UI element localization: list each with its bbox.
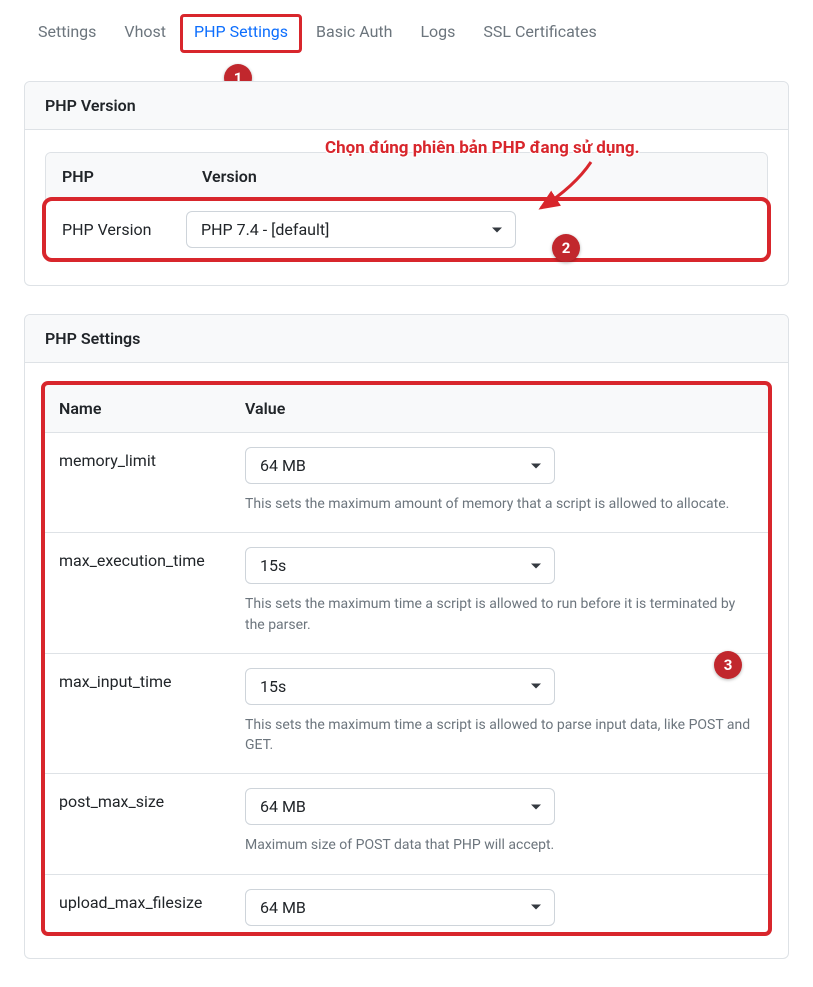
table-row: max_input_time 15s This sets the maximum…: [45, 654, 768, 775]
upload-max-filesize-select[interactable]: 64 MB: [245, 889, 555, 926]
col-header-php: PHP: [46, 153, 186, 200]
col-header-version: Version: [186, 153, 767, 200]
php-version-label: PHP Version: [52, 220, 186, 239]
tabs-bar: Settings Vhost PHP Settings Basic Auth L…: [0, 0, 813, 53]
setting-name-upload-max-filesize: upload_max_filesize: [45, 889, 231, 926]
max-input-time-select[interactable]: 15s: [245, 668, 555, 705]
memory-limit-select[interactable]: 64 MB: [245, 447, 555, 484]
tab-vhost[interactable]: Vhost: [110, 14, 180, 53]
tab-settings[interactable]: Settings: [24, 14, 110, 53]
tab-php-settings[interactable]: PHP Settings: [180, 14, 302, 53]
php-version-panel-title: PHP Version: [25, 82, 788, 130]
php-version-panel: PHP Version Chọn đúng phiên bản PHP đang…: [24, 81, 789, 286]
php-settings-panel: PHP Settings Name Value memory_limit 64 …: [24, 314, 789, 959]
col-header-name: Name: [45, 385, 231, 432]
setting-name-max-input-time: max_input_time: [45, 668, 231, 756]
php-version-row: PHP Version PHP 7.4 - [default]: [46, 201, 767, 258]
post-max-size-help: Maximum size of POST data that PHP will …: [245, 835, 754, 855]
table-row: upload_max_filesize 64 MB: [45, 875, 768, 928]
max-execution-time-help: This sets the maximum time a script is a…: [245, 594, 754, 635]
col-header-value: Value: [231, 385, 768, 432]
php-settings-table: Name Value memory_limit 64 MB This sets …: [45, 385, 768, 932]
setting-name-memory-limit: memory_limit: [45, 447, 231, 514]
tab-basic-auth[interactable]: Basic Auth: [302, 14, 406, 53]
setting-name-post-max-size: post_max_size: [45, 788, 231, 855]
php-settings-panel-title: PHP Settings: [25, 315, 788, 363]
tab-logs[interactable]: Logs: [406, 14, 469, 53]
memory-limit-help: This sets the maximum amount of memory t…: [245, 494, 754, 514]
post-max-size-select[interactable]: 64 MB: [245, 788, 555, 825]
table-row: max_execution_time 15s This sets the max…: [45, 533, 768, 654]
php-version-table: PHP Version PHP Version PHP 7.4 - [defau…: [45, 152, 768, 259]
setting-name-max-execution-time: max_execution_time: [45, 547, 231, 635]
table-row: post_max_size 64 MB Maximum size of POST…: [45, 774, 768, 874]
max-execution-time-select[interactable]: 15s: [245, 547, 555, 584]
max-input-time-help: This sets the maximum time a script is a…: [245, 715, 754, 756]
php-version-select[interactable]: PHP 7.4 - [default]: [186, 211, 516, 248]
table-row: memory_limit 64 MB This sets the maximum…: [45, 433, 768, 533]
tab-ssl-certificates[interactable]: SSL Certificates: [469, 14, 610, 53]
